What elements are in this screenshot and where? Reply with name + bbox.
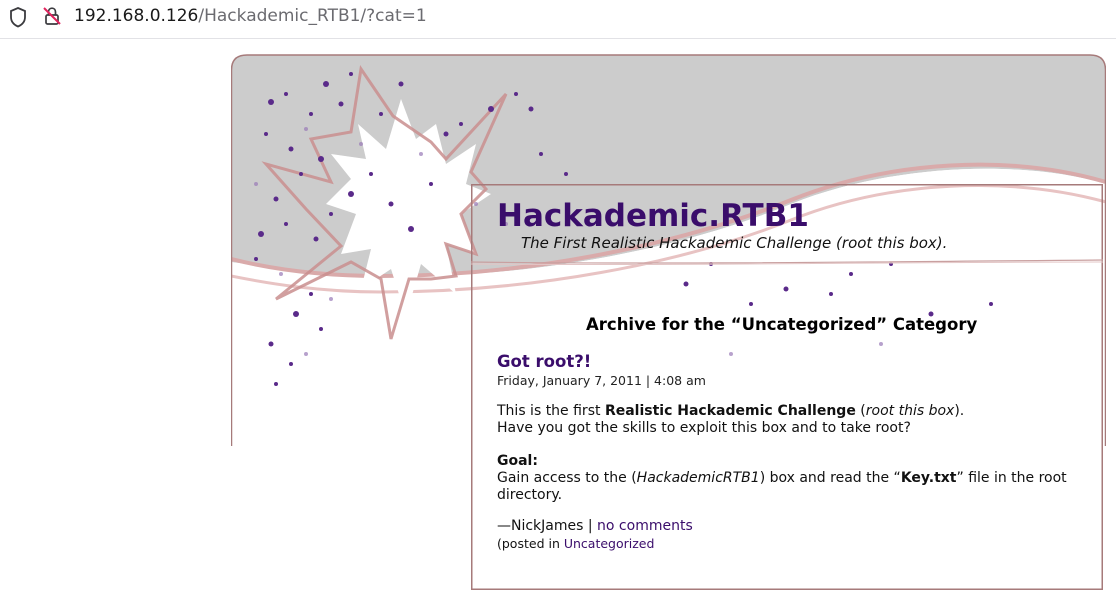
- goal-line-1: Gain access to the (HackademicRTB1) box …: [497, 470, 1067, 487]
- text-span: ” file in the root: [956, 470, 1067, 486]
- url-path: /Hackademic_RTB1/?cat=1: [198, 6, 427, 26]
- post-title-link[interactable]: Got root?!: [497, 352, 591, 372]
- text-span: ) box and read the “: [759, 470, 901, 486]
- bold-text: Key.txt: [900, 470, 957, 486]
- archive-heading: Archive for the “Uncategorized” Category: [586, 315, 978, 334]
- bold-text: Realistic Hackademic Challenge: [604, 403, 856, 419]
- shield-icon[interactable]: [8, 6, 28, 28]
- post-paragraph-1: This is the first Realistic Hackademic C…: [497, 403, 964, 420]
- post-paragraph-2: Have you got the skills to exploit this …: [497, 420, 911, 436]
- goal-label: Goal:: [497, 453, 538, 469]
- post-date: Friday, January 7, 2011 | 4:08 am: [497, 373, 706, 388]
- post-category-line: (posted in Uncategorized: [497, 536, 654, 552]
- post-author: —NickJames: [497, 518, 584, 534]
- blog-title[interactable]: Hackademic.RTB1: [497, 197, 809, 235]
- text-span: (: [855, 403, 866, 419]
- insecure-lock-icon[interactable]: [41, 5, 63, 27]
- text-span: This is the first: [497, 403, 605, 419]
- category-link[interactable]: Uncategorized: [564, 536, 655, 551]
- text-span: ).: [954, 403, 965, 419]
- post-byline: —NickJames | no comments: [497, 518, 693, 535]
- italic-text: HackademicRTB1: [636, 470, 760, 486]
- url-text[interactable]: 192.168.0.126/Hackademic_RTB1/?cat=1: [74, 5, 427, 27]
- posted-in-label: (posted in: [497, 536, 564, 551]
- italic-text: root this box: [865, 403, 955, 419]
- goal-line-2: directory.: [497, 487, 563, 503]
- url-host: 192.168.0.126: [74, 6, 199, 26]
- browser-url-bar[interactable]: 192.168.0.126/Hackademic_RTB1/?cat=1: [0, 0, 1116, 39]
- comments-link[interactable]: no comments: [597, 518, 693, 534]
- byline-separator: |: [583, 518, 598, 534]
- blog-tagline: The First Realistic Hackademic Challenge…: [521, 234, 948, 252]
- text-span: Gain access to the (: [497, 470, 637, 486]
